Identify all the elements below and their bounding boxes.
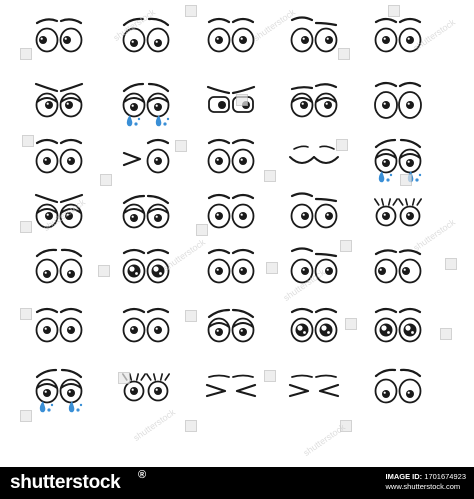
watermark-square [185, 310, 197, 322]
watermark-square [20, 221, 32, 233]
emoji-eyes-sheet: shutterstock shutterstock shutterstock shut… [0, 0, 474, 467]
image-meta: IMAGE ID: 1701674923 www.shutterstock.co… [386, 472, 466, 492]
image-id-label: IMAGE ID: [385, 472, 423, 481]
eyes-side-glance [360, 231, 450, 297]
eyes-squint-icon [205, 374, 257, 398]
watermark-square [338, 48, 350, 60]
eyes-sad-icon [207, 308, 255, 343]
watermark-square [266, 262, 278, 274]
watermark-square [336, 139, 348, 151]
watermark-square [118, 372, 130, 384]
brand-logo: shutterstock [10, 472, 121, 493]
eyes-neutral-icon [122, 307, 170, 343]
watermark-square [185, 420, 197, 432]
watermark-square [196, 224, 208, 236]
eyes-side-glance [21, 0, 111, 66]
eyes-squint-icon [288, 374, 340, 398]
eyes-sparkle-icon [374, 307, 422, 343]
eyes-skeptical-icon [290, 247, 338, 284]
image-id: 1701674923 [424, 472, 466, 481]
eyes-side-glance-icon [35, 18, 83, 53]
eyes-squint [276, 351, 366, 417]
eyes-worried [360, 351, 450, 417]
eyes-neutral [108, 290, 198, 356]
eyes-side-glance-icon [374, 249, 422, 284]
eyes-eyelashes-icon [122, 373, 171, 402]
eyes-neutral-icon [35, 307, 83, 343]
eyes-worried [21, 231, 111, 297]
eyes-neutral [21, 290, 111, 356]
eyes-crying [21, 351, 111, 417]
watermark-square [22, 135, 34, 147]
eyes-worried-icon [35, 248, 83, 284]
watermark-square [236, 94, 248, 106]
watermark-square [400, 174, 412, 186]
watermark-square [20, 308, 32, 320]
watermark-text: shutterstock [301, 421, 348, 459]
watermark-square [345, 318, 357, 330]
eyes-sparkle-icon [122, 248, 170, 284]
eyes-worried-icon [374, 368, 422, 404]
registered-mark: ® [138, 469, 147, 481]
eyes-squint [193, 351, 283, 417]
site-url: www.shutterstock.com [385, 482, 461, 491]
watermark-square [264, 170, 276, 182]
watermark-square [98, 265, 110, 277]
watermark-square [185, 5, 197, 17]
watermark-square [175, 140, 187, 152]
eyes-sad [193, 290, 283, 356]
stock-footer-bar: shutterstock ® IMAGE ID: 1701674923 www.… [0, 467, 474, 499]
watermark-square [340, 240, 352, 252]
watermark-square [264, 370, 276, 382]
eyes-eyelashes [108, 351, 198, 417]
eyes-sparkle [360, 290, 450, 356]
watermark-square [20, 410, 32, 422]
watermark-square [20, 48, 32, 60]
watermark-square [440, 328, 452, 340]
watermark-square [388, 5, 400, 17]
watermark-square [100, 174, 112, 186]
eyes-sparkle [108, 231, 198, 297]
eyes-skeptical [276, 231, 366, 297]
eyes-crying-icon [35, 368, 83, 413]
watermark-square [445, 258, 457, 270]
